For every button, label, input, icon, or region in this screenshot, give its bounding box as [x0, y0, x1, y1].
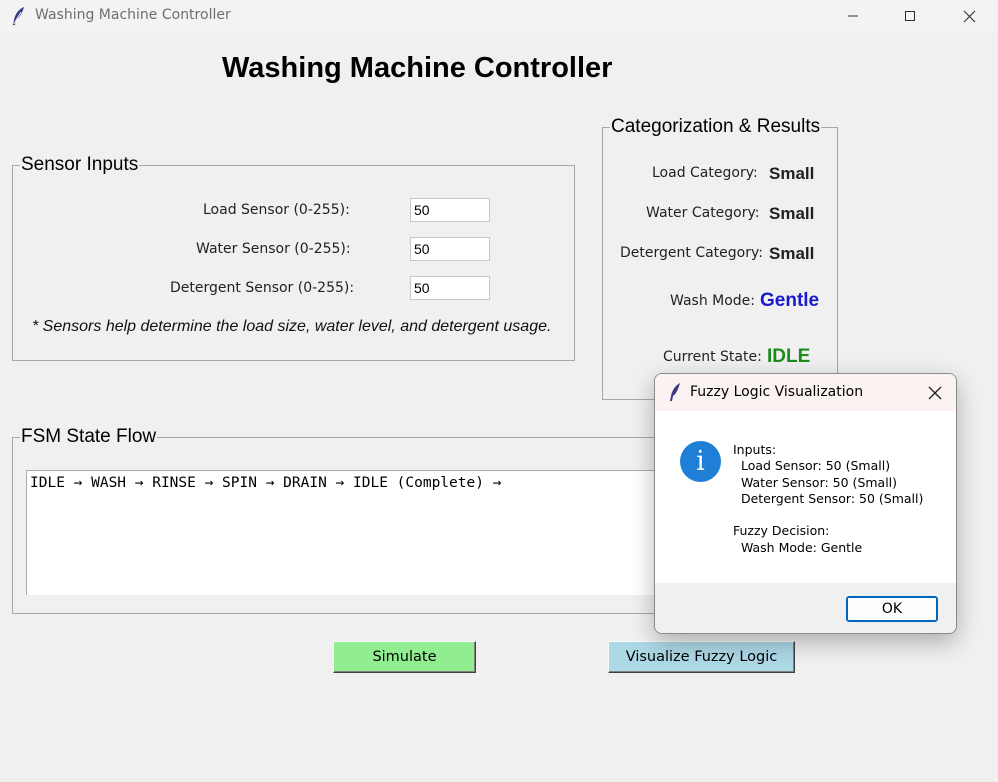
close-icon [963, 10, 975, 22]
load-sensor-input[interactable] [410, 198, 490, 222]
maximize-button[interactable] [887, 0, 933, 32]
simulate-button[interactable]: Simulate [333, 641, 476, 673]
window-titlebar: Washing Machine Controller [0, 0, 998, 32]
current-state-label: Current State: [663, 349, 762, 365]
window-close-button[interactable] [946, 0, 992, 32]
detergent-category-label: Detergent Category: [620, 245, 763, 261]
water-category-label: Water Category: [646, 205, 760, 221]
load-category-value: Small [769, 164, 815, 183]
sensor-note: * Sensors help determine the load size, … [32, 318, 552, 335]
detergent-sensor-label: Detergent Sensor (0-255): [170, 280, 355, 296]
window-title: Washing Machine Controller [35, 7, 231, 23]
feather-icon [670, 383, 680, 401]
sensor-inputs-legend: Sensor Inputs [20, 154, 140, 175]
minimize-icon [848, 15, 858, 17]
visualize-fuzzy-logic-button[interactable]: Visualize Fuzzy Logic [608, 641, 795, 673]
close-icon[interactable] [926, 384, 944, 402]
dialog-message: Inputs: Load Sensor: 50 (Small) Water Se… [733, 442, 924, 555]
ok-button[interactable]: OK [846, 596, 938, 622]
load-sensor-label: Load Sensor (0-255): [203, 202, 350, 218]
fsm-flow-textarea[interactable]: IDLE → WASH → RINSE → SPIN → DRAIN → IDL… [26, 470, 666, 595]
feather-icon [13, 7, 24, 25]
fuzzy-logic-dialog: Fuzzy Logic Visualization i Inputs: Load… [654, 373, 957, 634]
detergent-sensor-input[interactable] [410, 276, 490, 300]
water-category-value: Small [769, 204, 815, 223]
info-icon: i [680, 441, 721, 482]
detergent-category-value: Small [769, 244, 815, 263]
results-legend: Categorization & Results [610, 116, 822, 137]
wash-mode-value: Gentle [760, 290, 820, 311]
dialog-titlebar: Fuzzy Logic Visualization [655, 374, 956, 411]
load-category-label: Load Category: [652, 165, 758, 181]
page-title: Washing Machine Controller [222, 52, 613, 84]
current-state-value: IDLE [767, 346, 811, 367]
maximize-icon [905, 11, 915, 21]
fsm-legend: FSM State Flow [20, 426, 158, 447]
water-sensor-input[interactable] [410, 237, 490, 261]
water-sensor-label: Water Sensor (0-255): [196, 241, 351, 257]
minimize-button[interactable] [830, 0, 876, 32]
dialog-title: Fuzzy Logic Visualization [690, 384, 864, 400]
dialog-footer: OK [655, 583, 956, 633]
wash-mode-label: Wash Mode: [670, 293, 756, 309]
